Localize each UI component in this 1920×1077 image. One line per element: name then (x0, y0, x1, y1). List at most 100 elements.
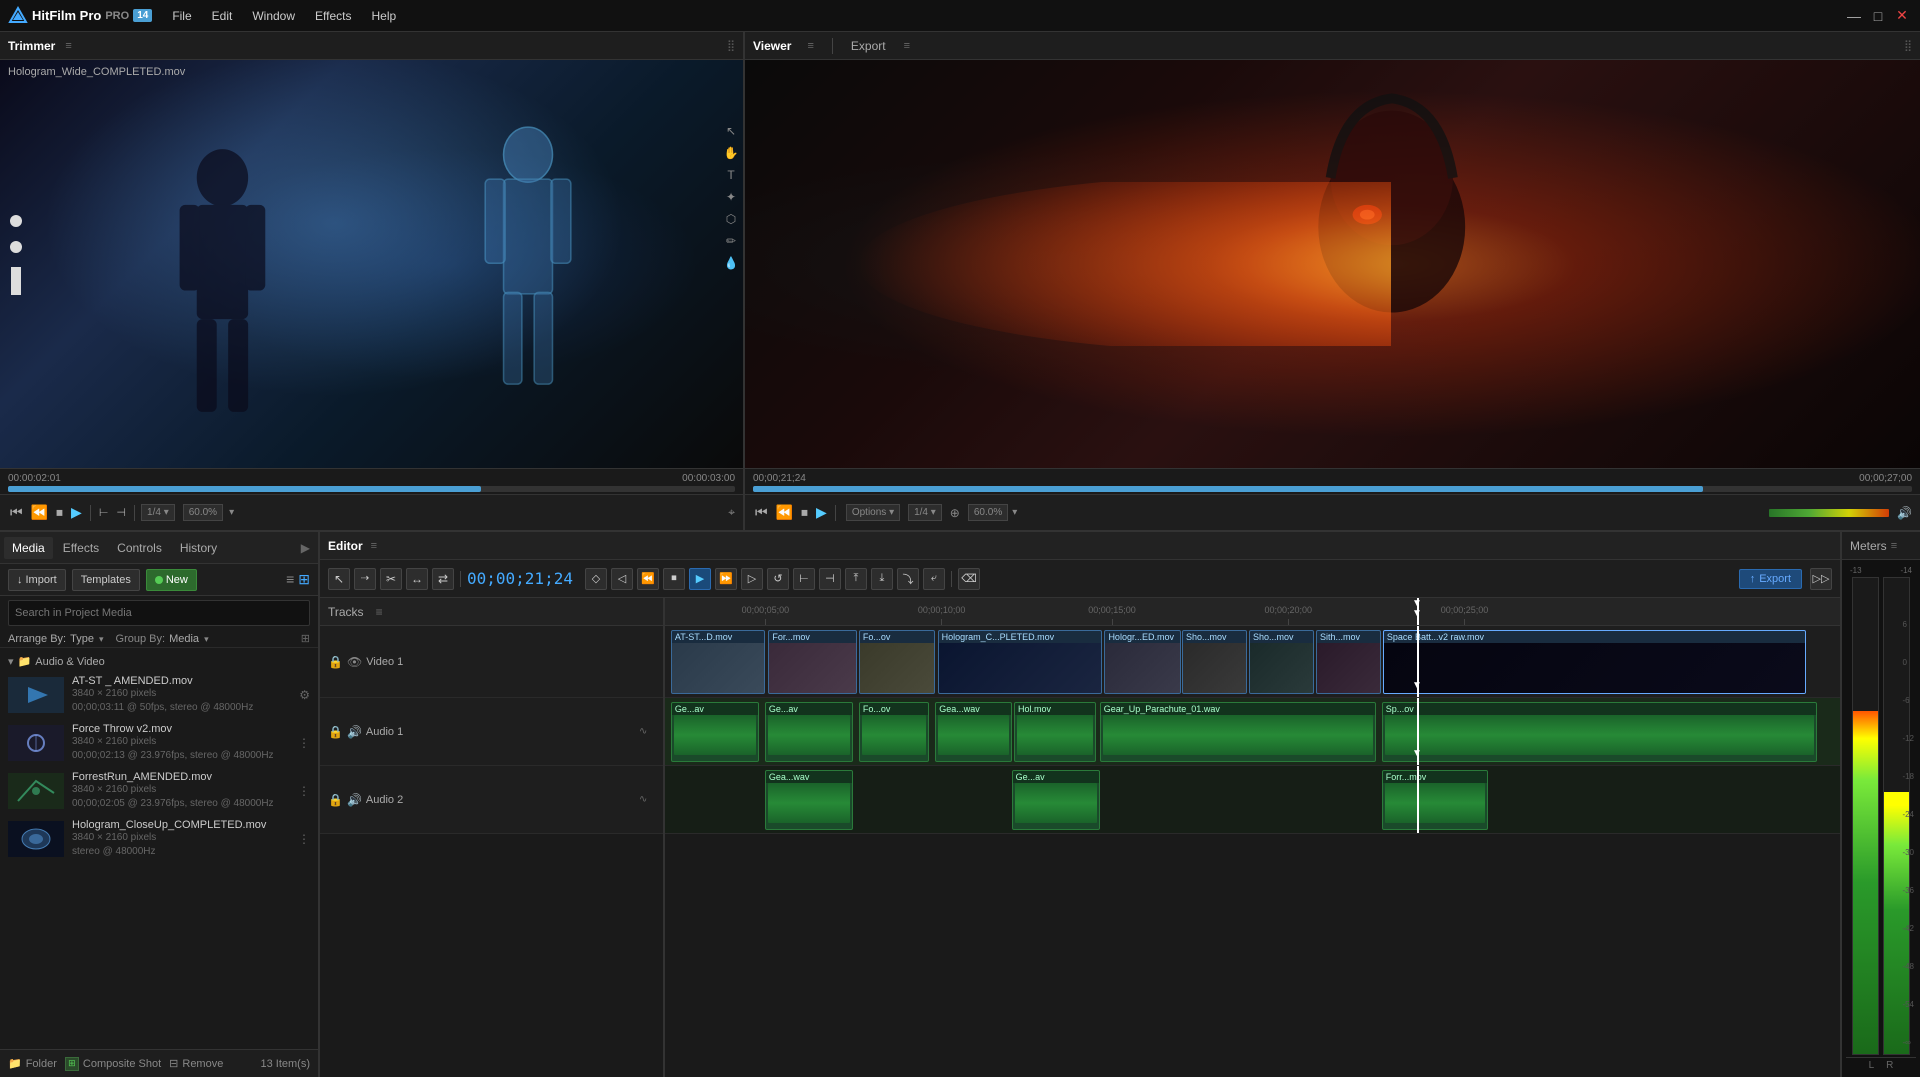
ed-stop-button[interactable]: ⏹ (663, 568, 685, 590)
slip-tool-button[interactable]: ↔ (406, 568, 428, 590)
ripple-tool-button[interactable]: ⇢ (354, 568, 376, 590)
video-clip-4[interactable]: Hologr...ED.mov (1104, 630, 1180, 694)
ed-loop-button[interactable]: ↺ (767, 568, 789, 590)
menu-window[interactable]: Window (248, 7, 299, 25)
tab-effects[interactable]: Effects (55, 537, 107, 559)
audio2-clip-1[interactable]: Ge...av (1012, 770, 1100, 830)
trim-marker-top[interactable] (10, 215, 22, 227)
media-options-3[interactable]: ⋮ (298, 832, 310, 846)
tab-controls[interactable]: Controls (109, 537, 170, 559)
audio-clip-3[interactable]: Gea...wav (935, 702, 1011, 762)
video-clip-7[interactable]: Sith...mov (1316, 630, 1381, 694)
slide-tool-button[interactable]: ⇄ (432, 568, 454, 590)
list-item[interactable]: ForrestRun_AMENDED.mov 3840 × 2160 pixel… (0, 767, 318, 815)
meters-menu-icon[interactable]: ≡ (1891, 540, 1897, 552)
trimmer-menu-icon[interactable]: ≡ (65, 40, 71, 52)
trimmer-scrubber[interactable] (8, 486, 735, 492)
trimmer-quality[interactable]: 1/4 ▾ (141, 504, 175, 521)
razor-tool-button[interactable]: ✂ (380, 568, 402, 590)
list-item[interactable]: Hologram_CloseUp_COMPLETED.mov 3840 × 21… (0, 815, 318, 863)
audio2-track-speaker-icon[interactable]: 🔊 (347, 793, 362, 807)
audio1-track-speaker-icon[interactable]: 🔊 (347, 725, 362, 739)
media-group-header[interactable]: ▾ 📁 Audio & Video (0, 652, 318, 671)
trimmer-rewind-button[interactable]: ⏮ (8, 502, 25, 523)
editor-export-button[interactable]: ↑ Export (1739, 569, 1802, 589)
ed-out-button[interactable]: ⊣ (819, 568, 841, 590)
list-item[interactable]: AT-ST _ AMENDED.mov 3840 × 2160 pixels 0… (0, 671, 318, 719)
remove-button[interactable]: ⊟ Remove (169, 1057, 223, 1070)
video-clip-1[interactable]: For...mov (768, 630, 856, 694)
video-track-lock-icon[interactable]: 🔒 (328, 655, 343, 669)
composite-shot-button[interactable]: ⊞ Composite Shot (65, 1057, 161, 1071)
audio-clip-4[interactable]: Hol.mov (1014, 702, 1096, 762)
menu-edit[interactable]: Edit (208, 7, 237, 25)
list-view-icon[interactable]: ≡ (286, 571, 294, 588)
viewer-audio-icon[interactable]: 🔊 (1897, 506, 1912, 520)
viewer-prev-button[interactable]: ⏪ (774, 502, 795, 523)
audio1-track-lock-icon[interactable]: 🔒 (328, 725, 343, 739)
viewer-stop-button[interactable]: ⏹ (799, 502, 810, 523)
video-track-eye-icon[interactable]: 👁 (347, 655, 362, 669)
arrange-options-icon[interactable]: ⊞ (301, 632, 310, 645)
left-panel-more-button[interactable]: ▶ (297, 541, 314, 555)
ed-lift-button[interactable]: ⤒ (845, 568, 867, 590)
audio-clip-2[interactable]: Fo...ov (859, 702, 930, 762)
viewer-play-button[interactable]: ▶ (814, 502, 829, 523)
eyedrop-tool-icon[interactable]: 💧 (723, 256, 739, 272)
trimmer-snap-icon[interactable]: ⌖ (728, 505, 735, 520)
viewer-rewind-button[interactable]: ⏮ (753, 502, 770, 523)
text-tool-icon[interactable]: T (723, 168, 739, 184)
ed-next-marker-button[interactable]: ▷ (741, 568, 763, 590)
menu-file[interactable]: File (168, 7, 195, 25)
trimmer-mark-out-button[interactable]: ⊣ (114, 504, 128, 521)
audio2-clip-2[interactable]: Forr...mov (1382, 770, 1488, 830)
viewer-quality[interactable]: 1/4 ▾ (908, 504, 942, 521)
audio2-track-lock-icon[interactable]: 🔒 (328, 793, 343, 807)
editor-options-button[interactable]: ▷▷ (1810, 568, 1832, 590)
export-tab[interactable]: Export (851, 39, 886, 53)
pen-tool-icon[interactable]: ✏ (723, 234, 739, 250)
audio2-clip-0[interactable]: Gea...wav (765, 770, 853, 830)
media-options-0[interactable]: ⚙ (299, 688, 310, 702)
ed-in-button[interactable]: ⊢ (793, 568, 815, 590)
ed-prev-frame-button[interactable]: ⏪ (637, 568, 659, 590)
search-input[interactable] (8, 600, 310, 626)
video-clip-0[interactable]: AT-ST...D.mov (671, 630, 765, 694)
viewer-zoom[interactable]: 60.0% (968, 504, 1008, 521)
video-clip-6[interactable]: Sho...mov (1249, 630, 1314, 694)
folder-button[interactable]: 📁 Folder (8, 1057, 57, 1070)
audio-clip-0[interactable]: Ge...av (671, 702, 759, 762)
grid-view-icon[interactable]: ⊞ (298, 571, 310, 588)
ed-insert-button[interactable]: ⤶ (923, 568, 945, 590)
trimmer-mark-in-button[interactable]: ⊢ (97, 504, 111, 521)
options-label[interactable]: Options ▾ (846, 504, 900, 521)
trimmer-prev-button[interactable]: ⏪ (29, 502, 50, 523)
import-button[interactable]: ↓ Import (8, 569, 66, 591)
select-tool-icon[interactable]: ↖ (723, 124, 739, 140)
transform-tool-icon[interactable]: ✦ (723, 190, 739, 206)
ed-prev-marker-button[interactable]: ◁ (611, 568, 633, 590)
audio-clip-1[interactable]: Ge...av (765, 702, 853, 762)
viewer-scrubber[interactable] (753, 486, 1912, 492)
trimmer-zoom[interactable]: 60.0% (183, 504, 223, 521)
ed-ripple-delete-button[interactable]: ⌫ (958, 568, 980, 590)
trimmer-play-button[interactable]: ▶ (69, 502, 84, 523)
new-button[interactable]: New (146, 569, 197, 591)
tracks-menu-icon[interactable]: ≡ (376, 605, 383, 619)
minimize-button[interactable]: — (1844, 6, 1864, 26)
ed-play-button[interactable]: ▶ (689, 568, 711, 590)
export-menu-icon[interactable]: ≡ (904, 40, 910, 52)
menu-help[interactable]: Help (368, 7, 401, 25)
ed-add-marker-button[interactable]: ◇ (585, 568, 607, 590)
tab-media[interactable]: Media (4, 537, 53, 559)
ed-overwrite-button[interactable]: ⤵ (897, 568, 919, 590)
video-clip-3[interactable]: Hologram_C...PLETED.mov (938, 630, 1103, 694)
hand-tool-icon[interactable]: ✋ (723, 146, 739, 162)
zoom-fit-icon[interactable]: ⊕ (950, 506, 960, 520)
templates-button[interactable]: Templates (72, 569, 140, 591)
trim-marker-bar[interactable] (11, 267, 21, 295)
group-media[interactable]: Media ▾ (169, 633, 209, 645)
trimmer-stop-button[interactable]: ⏹ (54, 502, 65, 523)
video-clip-2[interactable]: Fo...ov (859, 630, 935, 694)
ed-extract-button[interactable]: ⤓ (871, 568, 893, 590)
